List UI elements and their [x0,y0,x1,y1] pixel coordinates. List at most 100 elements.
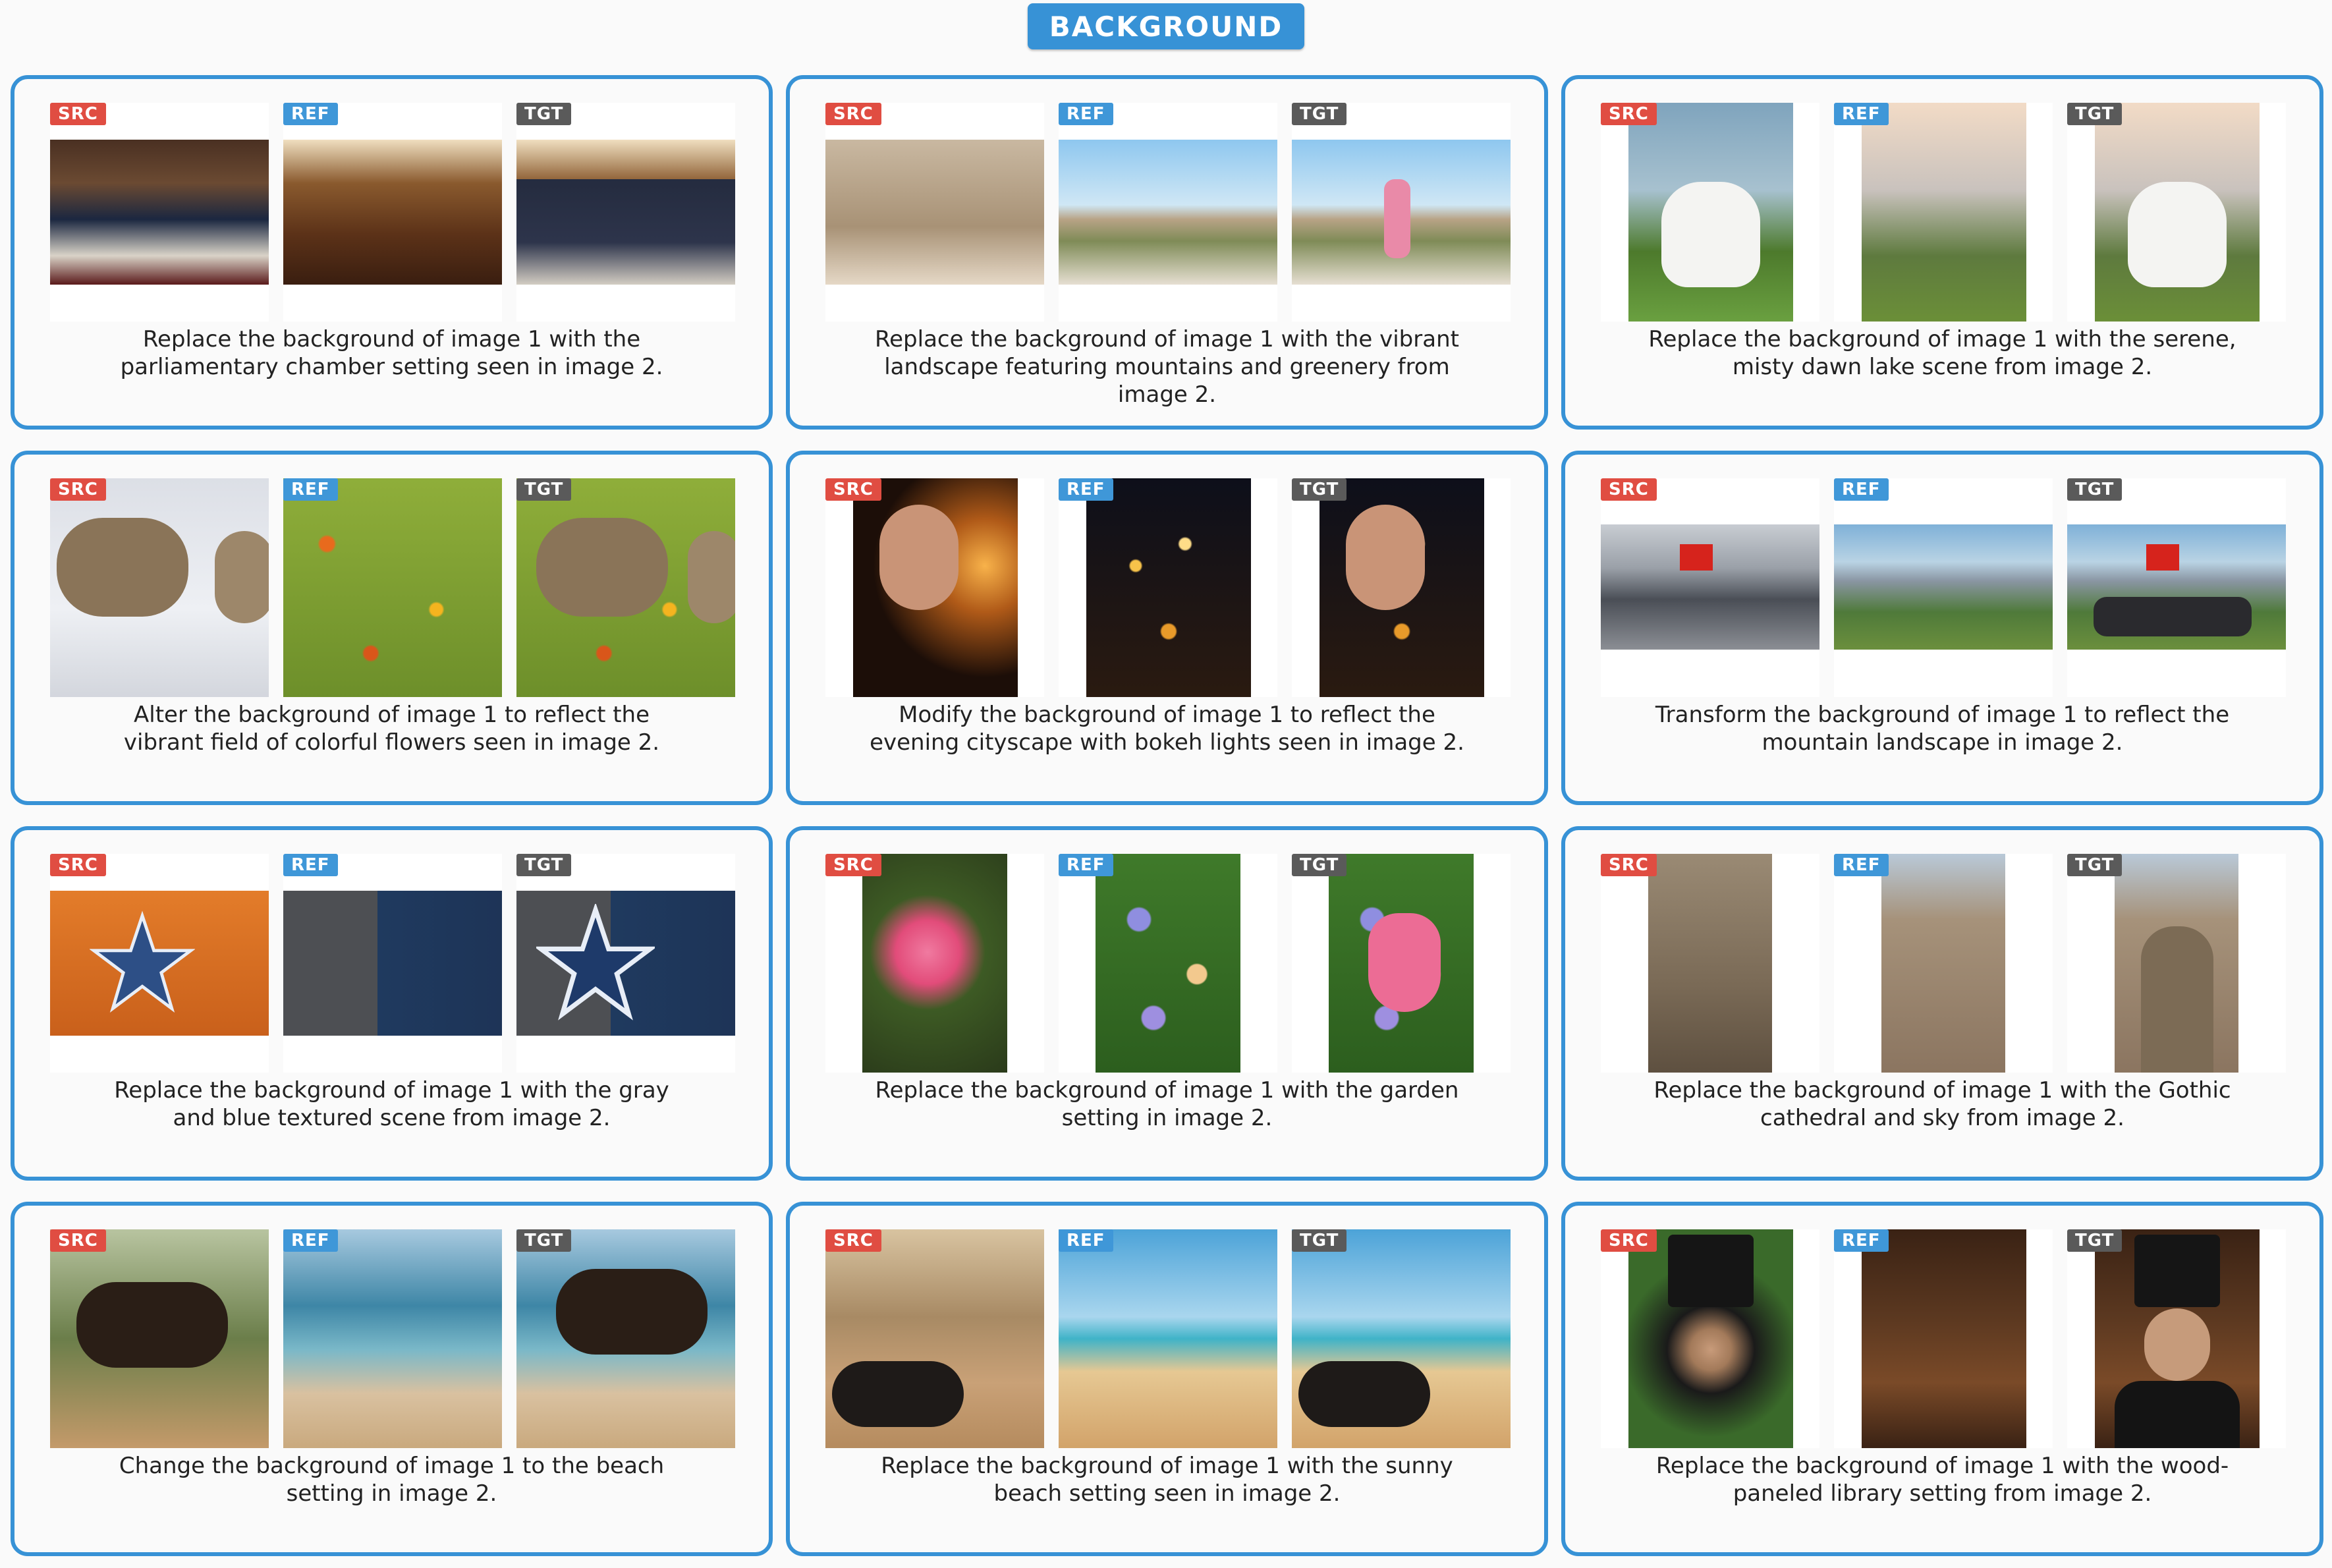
target-image: TGT [516,103,735,322]
reference-photo [283,891,502,1036]
star-icon [536,904,655,1021]
example-card: SRC REF TGT Replace the background of im… [1561,75,2323,430]
target-image: TGT [2067,1229,2286,1448]
ref-tag: REF [1059,1229,1113,1252]
reference-image: REF [1834,1229,2053,1448]
target-photo [516,478,735,697]
ref-tag: REF [1834,1229,1889,1252]
caption: Modify the background of image 1 to refl… [870,702,1464,756]
source-photo [50,478,269,697]
caption: Transform the background of image 1 to r… [1655,702,2230,756]
example-card: SRC REF TGT Replace the background of im… [11,75,773,430]
caption: Replace the background of image 1 with t… [1648,326,2236,380]
src-tag: SRC [825,103,881,125]
source-image: SRC [1601,1229,1819,1448]
reference-image: REF [283,478,502,697]
target-photo [1292,1229,1511,1448]
source-image: SRC [50,478,269,697]
reference-image: REF [1059,103,1277,322]
example-card: SRC REF TGT Transform the background of … [1561,451,2323,805]
tgt-tag: TGT [1292,1229,1347,1252]
source-photo [1628,103,1793,322]
source-image: SRC [1601,103,1819,322]
target-image: TGT [2067,478,2286,697]
src-tag: SRC [825,478,881,501]
source-image: SRC [50,1229,269,1448]
caption: Alter the background of image 1 to refle… [123,702,660,756]
ref-tag: REF [1059,103,1113,125]
tgt-tag: TGT [2067,103,2123,125]
example-card: SRC REF TGT Replace the background of im… [786,826,1548,1181]
tgt-tag: TGT [2067,854,2123,876]
source-image: SRC [1601,854,1819,1073]
src-tag: SRC [50,103,106,125]
ref-tag: REF [1059,854,1113,876]
examples-grid: SRC REF TGT Replace the background of im… [11,75,2323,1556]
src-tag: SRC [1601,1229,1657,1252]
reference-photo [1881,854,2005,1073]
tgt-tag: TGT [1292,103,1347,125]
star-icon [90,910,195,1013]
reference-image: REF [1059,1229,1277,1448]
target-photo [516,891,735,1036]
reference-image: REF [1059,854,1277,1073]
caption: Change the background of image 1 to the … [119,1453,665,1507]
target-image: TGT [2067,854,2286,1073]
example-card: SRC REF TGT Replace the background of im… [11,826,773,1181]
reference-photo [1059,140,1277,285]
src-tag: SRC [825,1229,881,1252]
source-photo [50,891,269,1036]
reference-photo [1096,854,1240,1073]
target-image: TGT [516,478,735,697]
tgt-tag: TGT [516,103,572,125]
source-photo [825,1229,1044,1448]
target-photo [2115,854,2238,1073]
reference-photo [283,140,502,285]
source-image: SRC [50,854,269,1073]
source-image: SRC [825,103,1044,322]
caption: Replace the background of image 1 with t… [1655,1453,2229,1507]
target-image: TGT [1292,1229,1511,1448]
example-card: SRC REF TGT Replace the background of im… [786,75,1548,430]
reference-image: REF [1059,478,1277,697]
example-card: SRC REF TGT Alter the background of imag… [11,451,773,805]
ref-tag: REF [1834,854,1889,876]
src-tag: SRC [50,1229,106,1252]
reference-photo [1834,524,2053,650]
target-image: TGT [1292,478,1511,697]
tgt-tag: TGT [1292,478,1347,501]
caption: Replace the background of image 1 with t… [875,326,1459,408]
caption: Replace the background of image 1 with t… [875,1077,1459,1131]
tgt-tag: TGT [1292,854,1347,876]
reference-photo [1059,1229,1277,1448]
source-image: SRC [825,1229,1044,1448]
reference-image: REF [1834,478,2053,697]
src-tag: SRC [825,854,881,876]
source-image: SRC [825,478,1044,697]
target-photo [1319,478,1484,697]
target-image: TGT [2067,103,2286,322]
reference-image: REF [283,103,502,322]
ref-tag: REF [1834,478,1889,501]
target-image: TGT [516,1229,735,1448]
reference-image: REF [283,854,502,1073]
reference-image: REF [283,1229,502,1448]
source-photo [1601,524,1819,650]
ref-tag: REF [283,1229,338,1252]
caption: Replace the background of image 1 with t… [881,1453,1453,1507]
tgt-tag: TGT [2067,478,2123,501]
reference-image: REF [1834,854,2053,1073]
reference-photo [1086,478,1251,697]
ref-tag: REF [1834,103,1889,125]
target-image: TGT [1292,103,1511,322]
example-card: SRC REF TGT Replace the background of im… [1561,1202,2323,1556]
target-photo [1329,854,1474,1073]
example-card: SRC REF TGT Replace the background of im… [1561,826,2323,1181]
source-image: SRC [50,103,269,322]
reference-photo [1862,1229,2026,1448]
target-image: TGT [516,854,735,1073]
source-photo [50,1229,269,1448]
target-photo [1292,140,1511,285]
target-photo [2067,524,2286,650]
source-photo [1628,1229,1793,1448]
